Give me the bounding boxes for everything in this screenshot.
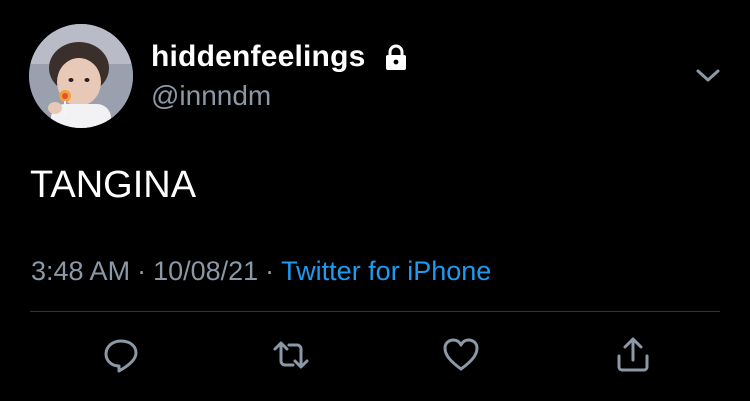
reply-icon: [104, 339, 138, 373]
tweet-time: 3:48 AM: [31, 256, 131, 286]
meta-separator: ·: [137, 256, 147, 286]
user-handle[interactable]: @innndm: [151, 80, 271, 112]
display-name[interactable]: hiddenfeelings: [151, 40, 366, 74]
tweet-source-link[interactable]: Twitter for iPhone: [281, 256, 491, 286]
divider: [30, 311, 720, 312]
share-icon: [617, 337, 649, 372]
meta-separator: ·: [265, 256, 275, 286]
avatar[interactable]: [29, 24, 133, 128]
like-button[interactable]: [440, 334, 482, 376]
tweet-date: 10/08/21: [153, 256, 259, 286]
chevron-down-icon[interactable]: [692, 60, 724, 92]
tweet-text: TANGINA: [30, 164, 197, 206]
retweet-icon: [273, 341, 309, 369]
reply-button[interactable]: [100, 334, 142, 376]
retweet-button[interactable]: [270, 334, 312, 376]
tweet-meta: 3:48 AM · 10/08/21 · Twitter for iPhone: [31, 255, 491, 287]
share-button[interactable]: [612, 334, 654, 376]
lock-icon: [386, 44, 406, 70]
tweet-card: hiddenfeelings @innndm TANGINA 3:48 AM · 1…: [0, 0, 750, 401]
heart-icon: [443, 338, 479, 371]
